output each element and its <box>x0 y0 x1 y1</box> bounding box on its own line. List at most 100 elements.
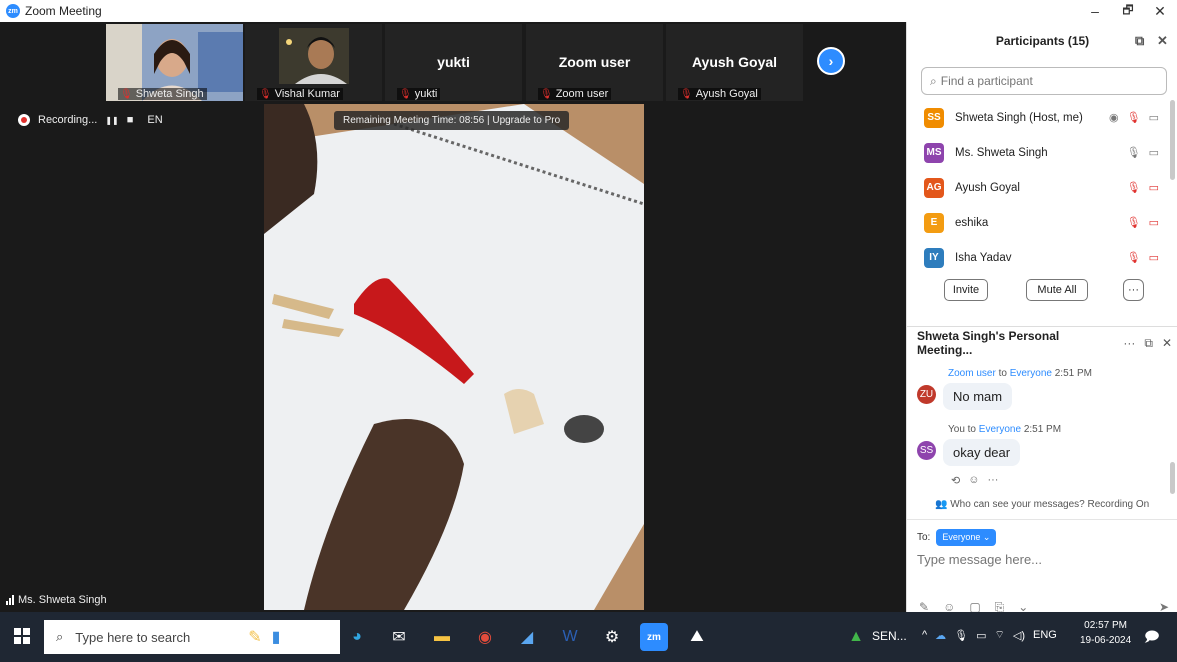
participant-row[interactable]: E eshika 🎙︎ ▭ <box>907 205 1169 240</box>
volume-icon[interactable]: ◁) <box>1013 629 1025 642</box>
signal-bars-icon <box>6 595 14 605</box>
participant-search[interactable]: ⌕ <box>921 67 1167 95</box>
video-off-icon[interactable]: ▭ <box>1149 216 1159 229</box>
close-chat-icon[interactable]: ✕ <box>1162 336 1172 350</box>
word-icon[interactable]: W <box>556 623 584 651</box>
next-page-button[interactable]: › <box>817 47 845 75</box>
participant-name: eshika <box>955 216 989 229</box>
participant-name: Zoom user <box>558 54 631 70</box>
thumbnail-yukti[interactable]: yukti 🎙︎ yukti <box>385 24 522 101</box>
photos-icon[interactable]: ⛰ <box>683 623 711 651</box>
participant-row[interactable]: IY Isha Yadav 🎙︎ ▭ <box>907 240 1169 275</box>
edge-icon[interactable]: ◕ <box>343 623 371 651</box>
mic-icon[interactable]: 🎙︎ <box>1127 146 1141 159</box>
more-icon[interactable]: ··· <box>1123 336 1135 350</box>
close-button[interactable]: ✕ <box>1145 0 1175 22</box>
mic-muted-icon[interactable]: 🎙︎ <box>1127 181 1141 194</box>
participant-name: Shweta Singh (Host, me) <box>955 111 1083 124</box>
video-off-icon[interactable]: ▭ <box>1149 181 1159 194</box>
chevron-up-icon[interactable]: ^ <box>922 629 927 641</box>
stock-widget-label[interactable]: SEN... <box>872 629 907 643</box>
participant-search-input[interactable] <box>940 74 1141 88</box>
task-view-icon[interactable]: ⧈ <box>300 623 328 651</box>
notification-icon[interactable]: 🗩 <box>1144 626 1160 650</box>
paint-icon[interactable]: ◢ <box>513 623 541 651</box>
stock-chart-icon[interactable]: ▲ <box>842 623 870 651</box>
taskbar-search[interactable]: ⌕ Type here to search <box>44 620 340 654</box>
participant-scrollbar[interactable] <box>1170 100 1175 180</box>
mic-muted-icon[interactable]: 🎙︎ <box>1127 251 1141 264</box>
panel-divider <box>907 326 1177 327</box>
windows-start-icon[interactable] <box>14 628 30 644</box>
microphone-icon[interactable]: 🎙︎ <box>954 629 968 642</box>
restore-button[interactable]: 🗗 <box>1113 0 1143 22</box>
more-icon[interactable]: ··· <box>987 474 998 487</box>
stop-recording-button[interactable]: ■ <box>127 114 134 126</box>
meeting-time-banner[interactable]: Remaining Meeting Time: 08:56 | Upgrade … <box>334 111 570 130</box>
record-icon: ◉ <box>1109 112 1119 124</box>
thumbnail-shweta[interactable]: 🎙︎ Shweta Singh <box>106 24 243 101</box>
participant-row[interactable]: AG Ayush Goyal 🎙︎ ▭ <box>907 170 1169 205</box>
chat-message-input[interactable] <box>917 552 1167 567</box>
participant-row[interactable]: SS Shweta Singh (Host, me) ◉ 🎙︎ ▭ <box>907 100 1169 135</box>
recording-icon <box>18 114 30 126</box>
clock[interactable]: 02:57 PM 19-06-2024 <box>1080 618 1131 648</box>
clock-date: 19-06-2024 <box>1080 635 1132 646</box>
chat-message[interactable]: okay dear <box>943 439 1021 466</box>
invite-button[interactable]: Invite <box>944 279 988 301</box>
mic-muted-icon: 🎙︎ <box>680 88 693 100</box>
chat-message[interactable]: No mam <box>943 383 1013 410</box>
recipient-dropdown[interactable]: Everyone ⌄ <box>936 529 997 546</box>
battery-icon[interactable]: ▭ <box>976 629 986 642</box>
avatar: E <box>924 212 944 233</box>
minimize-button[interactable]: – <box>1080 0 1110 22</box>
wifi-icon[interactable]: ⌔ <box>995 628 1005 642</box>
mic-muted-icon: 🎙︎ <box>399 88 412 100</box>
language-indicator[interactable]: ENG <box>1033 629 1057 641</box>
message-actions: ⟲ ☺ ··· <box>951 474 998 487</box>
file-explorer-icon[interactable]: ▬ <box>428 623 456 651</box>
mic-muted-icon[interactable]: 🎙︎ <box>1127 216 1141 229</box>
pop-out-icon[interactable]: ⧉ <box>1135 33 1144 49</box>
thumbnail-label: 🎙︎ Ayush Goyal <box>678 88 761 100</box>
thumbnail-zoom-user[interactable]: Zoom user 🎙︎ Zoom user <box>526 24 663 101</box>
participant-row[interactable]: MS Ms. Shweta Singh 🎙︎ ▭ <box>907 135 1169 170</box>
recipient-row: To: Everyone ⌄ <box>917 529 997 546</box>
chat-divider <box>907 519 1177 520</box>
close-panel-icon[interactable]: ✕ <box>1157 33 1168 49</box>
thumbnail-ayush[interactable]: Ayush Goyal 🎙︎ Ayush Goyal <box>666 24 803 101</box>
mic-muted-icon[interactable]: 🎙︎ <box>1127 111 1141 124</box>
people-icon: 👥 <box>935 499 948 510</box>
avatar: AG <box>924 177 944 198</box>
thumbnail-vishal[interactable]: 🎙︎ Vishal Kumar <box>245 24 382 101</box>
pop-out-icon[interactable]: ⧉ <box>1144 336 1153 351</box>
video-icon[interactable]: ▭ <box>1149 111 1159 124</box>
active-speaker-label: Ms. Shweta Singh <box>6 594 107 606</box>
mic-muted-icon: 🎙︎ <box>540 88 553 100</box>
thumbnail-label: 🎙︎ Shweta Singh <box>118 88 207 100</box>
settings-gear-icon[interactable]: ⚙ <box>598 623 626 651</box>
chat-scrollbar[interactable] <box>1170 462 1175 494</box>
video-icon[interactable]: ▭ <box>1149 146 1159 159</box>
thumbnail-label: 🎙︎ Vishal Kumar <box>257 88 343 100</box>
mute-all-button[interactable]: Mute All <box>1026 279 1088 301</box>
chat-header: Shweta Singh's Personal Meeting... ··· ⧉… <box>917 329 1172 357</box>
emoji-reaction-icon[interactable]: ☺ <box>968 474 979 487</box>
avatar: IY <box>924 247 944 268</box>
more-options-button[interactable]: ··· <box>1123 279 1144 301</box>
chrome-icon[interactable]: ◉ <box>471 623 499 651</box>
video-off-icon[interactable]: ▭ <box>1149 251 1159 264</box>
pause-recording-button[interactable]: ❚❚ <box>105 116 118 125</box>
person-icon[interactable]: ▮ <box>262 623 290 651</box>
search-icon: ⌕ <box>930 73 937 88</box>
onedrive-cloud-icon[interactable]: ☁ <box>935 629 946 642</box>
participant-name: Ayush Goyal <box>955 181 1020 194</box>
windows-taskbar: ⌕ Type here to search ✎ ▮ ⧈ ◕ ✉ ▬ ◉ ◢ W … <box>0 612 1177 662</box>
privacy-note[interactable]: 👥 Who can see your messages? Recording O… <box>935 499 1149 510</box>
language-button[interactable]: EN <box>147 114 162 126</box>
zoom-taskbar-icon[interactable]: zm <box>640 623 668 651</box>
reply-icon[interactable]: ⟲ <box>951 474 960 487</box>
mail-icon[interactable]: ✉ <box>385 623 413 651</box>
thumbnail-label: 🎙︎ yukti <box>397 88 441 100</box>
participant-name: Ayush Goyal <box>691 54 778 70</box>
